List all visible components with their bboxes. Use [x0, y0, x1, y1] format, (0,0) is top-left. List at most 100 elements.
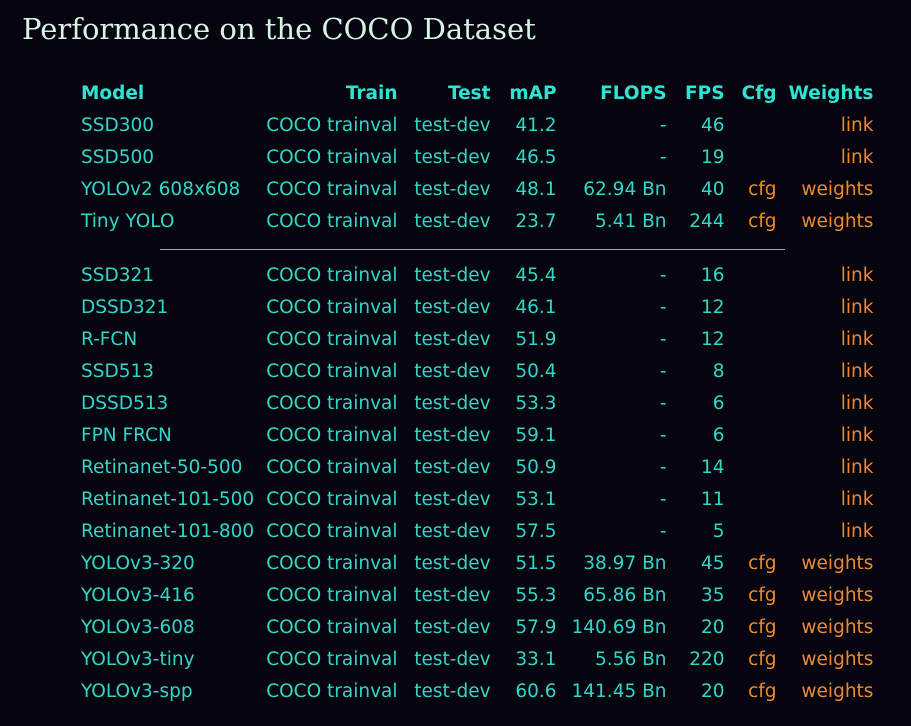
cell-cfg — [731, 484, 783, 516]
table-group-2: SSD321 COCO trainval test-dev 45.4-16 link DS… — [75, 260, 879, 708]
cell-fps: 16 — [700, 265, 725, 286]
cell-model: SSD500 — [81, 147, 155, 168]
cell-model: YOLOv3-416 — [81, 585, 195, 606]
weights-link[interactable]: weights — [801, 681, 873, 702]
cell-fps: 8 — [712, 361, 725, 382]
table-row: DSSD513 COCO trainval test-dev 53.3 - 6 link — [75, 388, 879, 420]
cell-cfg: cfg — [731, 174, 783, 206]
weights-link[interactable]: weights — [801, 585, 873, 606]
weights-link[interactable]: link — [841, 265, 874, 286]
cell-cfg: cfg — [731, 644, 783, 676]
cell-flops: - — [659, 521, 667, 542]
cell-weights: weights — [783, 676, 880, 708]
cell-map: 53.1 — [515, 489, 557, 510]
cell-cfg — [731, 420, 783, 452]
cfg-link[interactable]: cfg — [748, 649, 776, 670]
cell-flops: - — [659, 425, 667, 446]
cell-map: 46.1 — [515, 297, 557, 318]
weights-link[interactable]: link — [841, 425, 874, 446]
cell-fps: 244 — [689, 211, 725, 232]
table-row: SSD513 COCO trainval test-dev 50.4 - 8 link — [75, 356, 879, 388]
cell-map: 45.4 — [515, 265, 557, 286]
cell-fps: 46 — [700, 115, 725, 136]
cell-weights: link — [783, 324, 880, 356]
cfg-link[interactable]: cfg — [748, 211, 776, 232]
cfg-link[interactable]: cfg — [748, 553, 776, 574]
cell-map: 59.1 — [515, 425, 557, 446]
cell-weights: weights — [783, 644, 880, 676]
cfg-link[interactable]: cfg — [748, 681, 776, 702]
cell-fps: 220 — [689, 649, 725, 670]
cell-fps: 12 — [700, 297, 725, 318]
cell-weights: weights — [783, 612, 880, 644]
table-row: Retinanet-101-800 COCO trainval test-dev 57… — [75, 516, 879, 548]
cell-flops: - — [659, 457, 667, 478]
cell-fps: 35 — [700, 585, 725, 606]
cell-map: 46.5 — [515, 147, 557, 168]
separator-row — [75, 238, 879, 260]
cell-model: YOLOv3-spp — [81, 681, 193, 702]
cell-model: SSD300 — [81, 115, 155, 136]
cell-weights: link — [783, 420, 880, 452]
weights-link[interactable]: link — [841, 147, 874, 168]
cell-map: 51.5 — [515, 553, 557, 574]
table-row: DSSD321 COCO trainval test-dev 46.1 - 12 link — [75, 292, 879, 324]
weights-link[interactable]: link — [841, 361, 874, 382]
cell-cfg: cfg — [731, 548, 783, 580]
cell-fps: 6 — [712, 425, 725, 446]
weights-link[interactable]: weights — [801, 649, 873, 670]
cell-weights: weights — [783, 548, 880, 580]
cfg-link[interactable]: cfg — [748, 617, 776, 638]
weights-link[interactable]: weights — [801, 211, 873, 232]
header-fps: FPS — [685, 83, 725, 104]
weights-link[interactable]: link — [841, 521, 874, 542]
cell-cfg: cfg — [731, 580, 783, 612]
weights-link[interactable]: link — [841, 489, 874, 510]
cell-map: 53.3 — [515, 393, 557, 414]
cell-flops: 5.41 Bn — [595, 211, 667, 232]
cell-flops: 5.56 Bn — [595, 649, 667, 670]
weights-link[interactable]: link — [841, 115, 874, 136]
cell-map: 50.4 — [515, 361, 557, 382]
table-row: FPN FRCN COCO trainval test-dev 59.1 - 6 link — [75, 420, 879, 452]
cell-model: YOLOv2 608x608 — [81, 179, 241, 200]
cell-model: Retinanet-101-500 — [81, 489, 255, 510]
cell-cfg — [731, 356, 783, 388]
cell-test: test-dev — [414, 649, 491, 670]
table-row: YOLOv2 608x608 COCO trainval test-dev 48.1 6… — [75, 174, 879, 206]
separator-cell — [75, 238, 879, 260]
cell-model: FPN FRCN — [81, 425, 172, 446]
separator-line — [160, 248, 785, 250]
weights-link[interactable]: link — [841, 297, 874, 318]
cfg-link[interactable]: cfg — [748, 585, 776, 606]
cell-train: COCO trainval — [266, 297, 398, 318]
cell-test: test-dev — [414, 617, 491, 638]
cell-test: test-dev — [414, 361, 491, 382]
cell-flops: - — [659, 489, 667, 510]
cell-model: YOLOv3-tiny — [81, 649, 195, 670]
weights-link[interactable]: weights — [801, 553, 873, 574]
cell-map: 55.3 — [515, 585, 557, 606]
cell-train: COCO trainval — [266, 585, 398, 606]
weights-link[interactable]: weights — [801, 617, 873, 638]
table-row: SSD321 COCO trainval test-dev 45.4 - 16 link — [75, 260, 879, 292]
cell-model: SSD513 — [81, 361, 155, 382]
cfg-link[interactable]: cfg — [748, 179, 776, 200]
weights-link[interactable]: link — [841, 457, 874, 478]
cell-fps: 19 — [700, 147, 725, 168]
weights-link[interactable]: link — [841, 393, 874, 414]
weights-link[interactable]: link — [841, 329, 874, 350]
cell-train: COCO trainval — [266, 393, 398, 414]
header-flops: FLOPS — [600, 83, 667, 104]
cell-train: COCO trainval — [266, 425, 398, 446]
cell-cfg: cfg — [731, 676, 783, 708]
cell-cfg — [731, 142, 783, 174]
cell-fps: 20 — [700, 681, 725, 702]
cell-test: test-dev — [414, 329, 491, 350]
header-cfg: Cfg — [741, 83, 777, 104]
cell-cfg: cfg — [731, 612, 783, 644]
cell-train: COCO trainval — [266, 553, 398, 574]
header-test: Test — [447, 83, 491, 104]
cell-map: 57.5 — [515, 521, 557, 542]
weights-link[interactable]: weights — [801, 179, 873, 200]
